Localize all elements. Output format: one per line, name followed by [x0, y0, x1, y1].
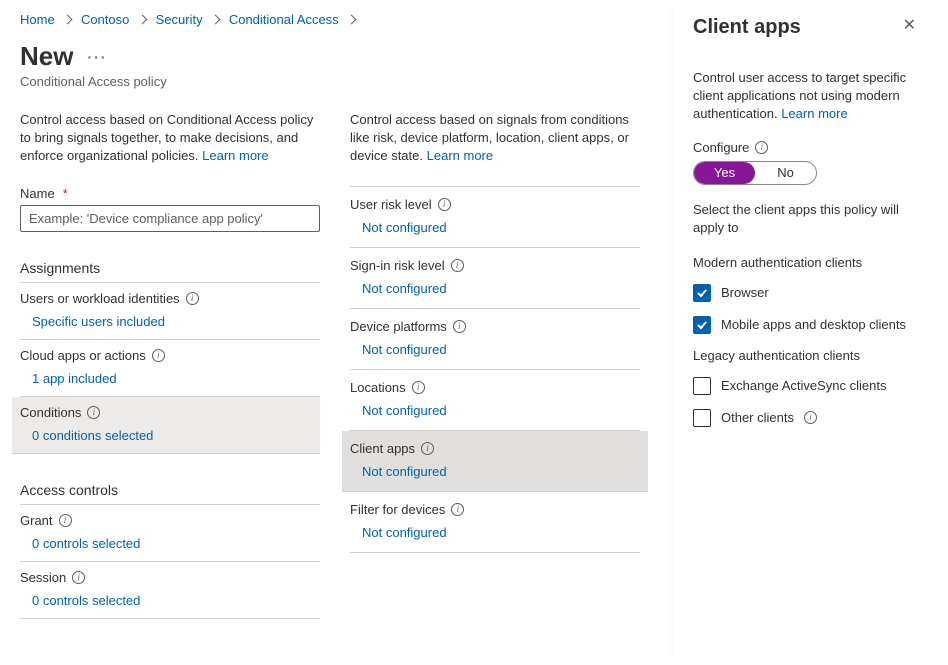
condition-heading: Sign-in risk level	[350, 258, 445, 273]
more-actions-button[interactable]: ···	[87, 49, 107, 65]
condition-heading: Device platforms	[350, 319, 447, 334]
close-panel-button[interactable]: ✕	[899, 14, 920, 38]
client-apps-panel: Client apps ✕ Control user access to tar…	[674, 0, 948, 665]
grant-status[interactable]: 0 controls selected	[32, 536, 140, 551]
session-status[interactable]: 0 controls selected	[32, 593, 140, 608]
condition-row-locations[interactable]: Locations Not configured	[350, 370, 640, 431]
grant-heading: Grant	[20, 513, 53, 528]
cloud-apps-status[interactable]: 1 app included	[32, 371, 117, 386]
mobile-desktop-label: Mobile apps and desktop clients	[721, 317, 906, 332]
other-clients-checkbox[interactable]	[693, 409, 711, 427]
chevron-right-icon	[64, 15, 71, 26]
grant-row[interactable]: Grant 0 controls selected	[20, 505, 320, 562]
name-input[interactable]	[20, 205, 320, 232]
condition-status[interactable]: Not configured	[362, 342, 447, 357]
condition-heading: Locations	[350, 380, 406, 395]
condition-row-filter-for-devices[interactable]: Filter for devices Not configured	[350, 492, 640, 553]
exchange-activesync-checkbox[interactable]	[693, 377, 711, 395]
condition-row-device-platforms[interactable]: Device platforms Not configured	[350, 309, 640, 370]
condition-status[interactable]: Not configured	[362, 403, 447, 418]
legacy-auth-heading: Legacy authentication clients	[693, 348, 920, 363]
breadcrumb-security[interactable]: Security	[156, 12, 203, 27]
info-icon[interactable]	[186, 292, 199, 305]
cloud-apps-heading: Cloud apps or actions	[20, 348, 146, 363]
condition-heading: User risk level	[350, 197, 432, 212]
users-heading: Users or workload identities	[20, 291, 180, 306]
mobile-desktop-checkbox[interactable]	[693, 316, 711, 334]
users-row[interactable]: Users or workload identities Specific us…	[20, 283, 320, 340]
users-status[interactable]: Specific users included	[32, 314, 165, 329]
configure-label: Configure	[693, 140, 749, 155]
toggle-yes[interactable]: Yes	[694, 162, 755, 184]
session-row[interactable]: Session 0 controls selected	[20, 562, 320, 619]
cloud-apps-row[interactable]: Cloud apps or actions 1 app included	[20, 340, 320, 397]
info-icon[interactable]	[804, 411, 817, 424]
info-icon[interactable]	[451, 503, 464, 516]
page-title: New	[20, 41, 73, 72]
name-label: Name*	[20, 186, 320, 201]
learn-more-link[interactable]: Learn more	[427, 148, 493, 163]
toggle-no[interactable]: No	[755, 162, 816, 184]
breadcrumb: Home Contoso Security Conditional Access	[20, 12, 666, 27]
info-icon[interactable]	[438, 198, 451, 211]
breadcrumb-contoso[interactable]: Contoso	[81, 12, 129, 27]
chevron-right-icon	[348, 15, 355, 26]
chevron-right-icon	[212, 15, 219, 26]
conditions-status[interactable]: 0 conditions selected	[32, 428, 153, 443]
conditions-intro: Control access based on signals from con…	[350, 111, 640, 166]
breadcrumb-home[interactable]: Home	[20, 12, 55, 27]
select-client-apps-label: Select the client apps this policy will …	[693, 201, 920, 237]
info-icon[interactable]	[152, 349, 165, 362]
chevron-right-icon	[139, 15, 146, 26]
access-controls-heading: Access controls	[20, 482, 320, 505]
conditions-heading: Conditions	[20, 405, 81, 420]
condition-heading: Filter for devices	[350, 502, 445, 517]
page-subtitle: Conditional Access policy	[20, 74, 666, 89]
info-icon[interactable]	[453, 320, 466, 333]
info-icon[interactable]	[72, 571, 85, 584]
info-icon[interactable]	[421, 442, 434, 455]
condition-heading: Client apps	[350, 441, 415, 456]
info-icon[interactable]	[87, 406, 100, 419]
info-icon[interactable]	[755, 141, 768, 154]
condition-row-sign-in-risk-level[interactable]: Sign-in risk level Not configured	[350, 248, 640, 309]
info-icon[interactable]	[451, 259, 464, 272]
intro-text: Control access based on Conditional Acce…	[20, 111, 320, 166]
condition-status[interactable]: Not configured	[362, 281, 447, 296]
condition-status[interactable]: Not configured	[362, 464, 447, 479]
condition-status[interactable]: Not configured	[362, 220, 447, 235]
other-clients-label: Other clients	[721, 410, 794, 425]
panel-learn-more-link[interactable]: Learn more	[781, 106, 847, 121]
session-heading: Session	[20, 570, 66, 585]
condition-row-user-risk-level[interactable]: User risk level Not configured	[350, 187, 640, 248]
browser-label: Browser	[721, 285, 769, 300]
configure-toggle[interactable]: Yes No	[693, 161, 817, 185]
condition-status[interactable]: Not configured	[362, 525, 447, 540]
condition-row-client-apps[interactable]: Client apps Not configured	[342, 431, 648, 492]
info-icon[interactable]	[412, 381, 425, 394]
conditions-row[interactable]: Conditions 0 conditions selected	[12, 397, 320, 454]
info-icon[interactable]	[59, 514, 72, 527]
browser-checkbox[interactable]	[693, 284, 711, 302]
assignments-heading: Assignments	[20, 260, 320, 283]
breadcrumb-conditional-access[interactable]: Conditional Access	[229, 12, 339, 27]
exchange-activesync-label: Exchange ActiveSync clients	[721, 378, 886, 393]
panel-description: Control user access to target specific c…	[693, 69, 920, 124]
panel-title: Client apps	[693, 16, 801, 39]
modern-auth-heading: Modern authentication clients	[693, 255, 920, 270]
learn-more-link[interactable]: Learn more	[202, 148, 268, 163]
